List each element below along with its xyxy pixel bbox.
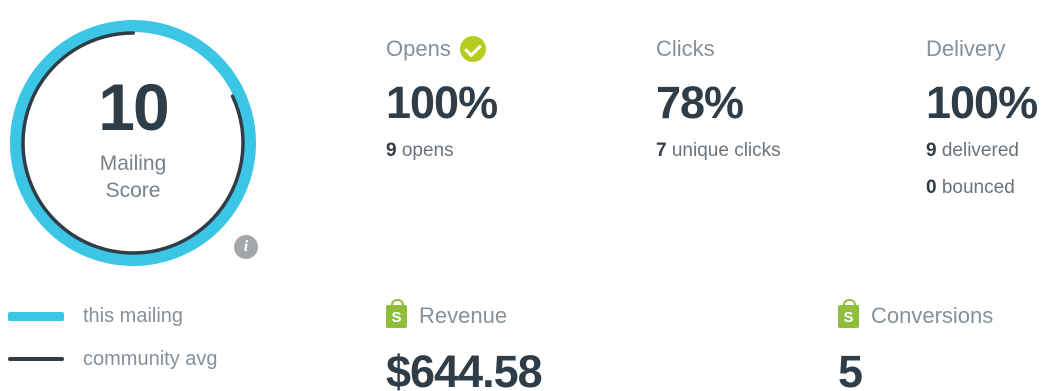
legend-community-avg-label: community avg xyxy=(83,347,218,370)
this-mailing-swatch xyxy=(8,311,64,321)
conversions-label: Conversions xyxy=(871,303,994,328)
delivery-value: 100% xyxy=(926,77,1038,128)
community-avg-swatch xyxy=(8,357,64,361)
conversions-label-row: S Conversions xyxy=(838,298,994,332)
legend-this-mailing: this mailing xyxy=(8,301,218,331)
opens-count-text: opens xyxy=(401,140,454,161)
check-circle-icon xyxy=(459,36,486,62)
shopping-bag-icon: S xyxy=(838,298,859,328)
score-label-line2: Score xyxy=(105,179,161,202)
clicks-value: 78% xyxy=(656,77,744,128)
shopping-bag-icon: S xyxy=(386,298,407,328)
mailing-score-label: Mailing Score xyxy=(0,150,266,204)
opens-label-row: Opens xyxy=(386,34,497,64)
revenue-label-row: S Revenue xyxy=(386,298,542,332)
delivery-label: Delivery xyxy=(926,36,1006,61)
legend-community-avg: community avg xyxy=(8,344,218,374)
opens-stat: Opens 100% 9 opens xyxy=(386,34,498,164)
mailing-score-value: 10 xyxy=(98,70,169,144)
clicks-label-row: Clicks xyxy=(656,34,781,64)
clicks-count: 7 unique clicks xyxy=(656,138,781,164)
clicks-count-text: unique clicks xyxy=(671,140,781,161)
score-legend: this mailing community avg xyxy=(8,301,218,387)
mailing-report-summary: 10 Mailing Score i Opens 100% 9 opens Cl… xyxy=(0,0,1053,391)
conversions-value: 5 xyxy=(838,346,863,391)
bounced-count: 0 bounced xyxy=(926,175,1037,201)
clicks-count-number: 7 xyxy=(656,140,667,161)
opens-label: Opens xyxy=(386,36,451,61)
opens-count-number: 9 xyxy=(386,140,397,161)
legend-this-mailing-label: this mailing xyxy=(83,304,184,327)
conversions-stat: S Conversions 5 xyxy=(838,298,994,391)
delivered-count-number: 9 xyxy=(926,140,937,161)
bounced-count-number: 0 xyxy=(926,177,937,198)
revenue-value: $644.58 xyxy=(386,346,543,391)
delivered-count-text: delivered xyxy=(941,140,1019,161)
delivery-stat: Delivery 100% 9 delivered 0 bounced xyxy=(926,34,1038,201)
opens-value: 100% xyxy=(386,77,498,128)
opens-count: 9 opens xyxy=(386,138,497,164)
clicks-label: Clicks xyxy=(656,36,715,61)
bounced-count-text: bounced xyxy=(941,177,1015,198)
revenue-label: Revenue xyxy=(419,303,508,328)
delivered-count: 9 delivered xyxy=(926,138,1037,164)
info-icon[interactable]: i xyxy=(234,235,258,259)
revenue-stat: S Revenue $644.58 xyxy=(386,298,543,391)
score-label-line1: Mailing xyxy=(99,152,167,175)
delivery-label-row: Delivery xyxy=(926,34,1037,64)
clicks-stat: Clicks 78% 7 unique clicks xyxy=(656,34,781,164)
